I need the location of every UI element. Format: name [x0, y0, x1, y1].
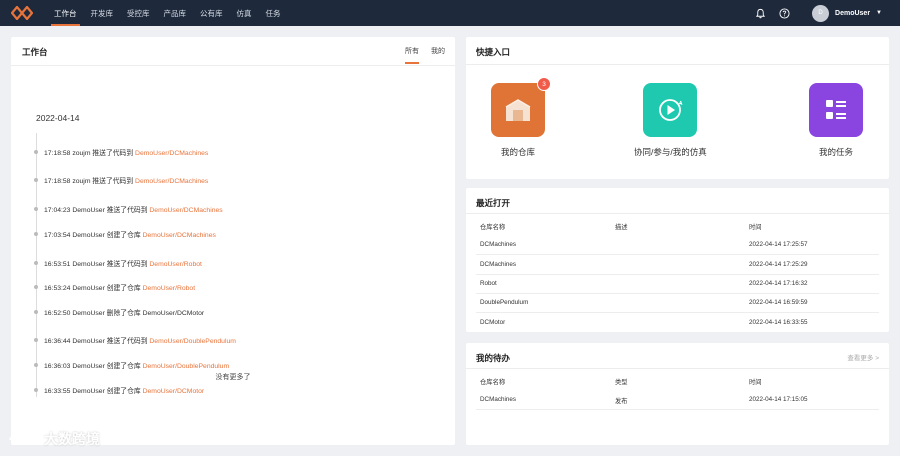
- repo-link[interactable]: DemoUser/Robot: [149, 261, 202, 268]
- column-header: 仓库名称: [480, 224, 506, 231]
- warehouse-icon[interactable]: 3: [491, 77, 551, 137]
- column-header: 描述: [615, 224, 628, 231]
- divider: [476, 293, 879, 294]
- time-cell: 2022-04-14 16:59:59: [749, 299, 808, 306]
- recent-panel: 最近打开 仓库名称 描述 时间 DCMachines 2022-04-14 17…: [466, 188, 889, 332]
- view-more-link[interactable]: 查看更多 >: [847, 352, 879, 362]
- no-more-text: 没有更多了: [215, 374, 251, 381]
- app-logo[interactable]: [11, 6, 33, 20]
- nav-item-tasks[interactable]: 任务: [259, 0, 288, 26]
- play-icon[interactable]: [643, 83, 698, 137]
- watermark: 大数跨境: [8, 429, 100, 449]
- timeline-dot: [34, 388, 38, 392]
- timeline-item: 16:33:55 DemoUser 创建了仓库 DemoUser/DCMotor: [44, 388, 205, 395]
- timeline-dot: [34, 285, 38, 289]
- timeline-item: 16:52:50 DemoUser 删除了仓库 DemoUser/DCMotor: [44, 310, 205, 317]
- todo-panel: 我的待办 查看更多 > 仓库名称 类型 时间 DCMachines 发布 202…: [466, 343, 889, 445]
- timeline-item: 16:53:51 DemoUser 推送了代码到 DemoUser/Robot: [44, 261, 202, 268]
- divider: [11, 65, 455, 66]
- timeline-item: 17:18:58 zoujm 推送了代码到 DemoUser/DCMachine…: [44, 150, 209, 157]
- time-cell: 2022-04-14 16:33:55: [749, 319, 808, 326]
- repo-link[interactable]: DemoUser/DCMachines: [135, 178, 208, 185]
- avatar[interactable]: D: [812, 4, 830, 22]
- repo-name-cell[interactable]: DoublePendulum: [480, 299, 528, 306]
- quick-label: 我的任务: [818, 147, 853, 157]
- time-cell: 2022-04-14 17:25:29: [749, 261, 808, 268]
- timeline-item: 17:18:58 zoujm 推送了代码到 DemoUser/DCMachine…: [44, 178, 209, 185]
- nav-item-controlled-repo[interactable]: 受控库: [120, 0, 157, 26]
- workbench-panel: 工作台 所有 我的 2022-04-14 17:18:58 zoujm 推送了代…: [11, 37, 455, 445]
- nav-item-product-repo[interactable]: 产品库: [157, 0, 194, 26]
- repo-name-cell[interactable]: DCMotor: [480, 319, 505, 326]
- timeline-dot: [34, 363, 38, 367]
- repo-link[interactable]: DemoUser/DoublePendulum: [143, 363, 230, 370]
- activity-date: 2022-04-14: [36, 113, 80, 123]
- column-header: 仓库名称: [480, 379, 506, 386]
- timeline-dot: [34, 261, 38, 265]
- divider: [466, 64, 889, 65]
- divider: [476, 254, 879, 255]
- quick-simulations[interactable]: 协同/参与/我的仿真: [634, 83, 707, 158]
- repo-name-cell[interactable]: DCMachines: [480, 241, 516, 248]
- repo-link[interactable]: DemoUser/DCMotor: [143, 388, 205, 395]
- timeline-item: 16:36:44 DemoUser 推送了代码到 DemoUser/Double…: [44, 338, 236, 345]
- timeline-item: 16:36:03 DemoUser 创建了仓库 DemoUser/DoubleP…: [44, 363, 230, 370]
- notification-badge: 3: [537, 77, 551, 91]
- divider: [466, 368, 889, 369]
- repo-name-cell[interactable]: Robot: [480, 280, 497, 287]
- nav-item-simulation[interactable]: 仿真: [230, 0, 259, 26]
- timeline-dot: [34, 310, 38, 314]
- quick-access-panel: 快捷入口 3 我的仓库 协同/参与/我的仿真 我的任务: [466, 37, 889, 179]
- quick-label: 协同/参与/我的仿真: [634, 147, 707, 157]
- task-list-icon[interactable]: [809, 83, 863, 137]
- quick-my-repos[interactable]: 3 我的仓库: [491, 77, 551, 158]
- type-cell: 发布: [615, 398, 628, 405]
- quick-access-title: 快捷入口: [476, 47, 511, 57]
- todo-title: 我的待办: [476, 353, 511, 363]
- timeline-dot: [34, 232, 38, 236]
- timeline-line: [36, 133, 38, 397]
- workbench-title: 工作台: [22, 47, 48, 57]
- repo-link[interactable]: DemoUser/Robot: [143, 285, 196, 292]
- divider: [476, 312, 879, 313]
- time-cell: 2022-04-14 17:16:32: [749, 280, 808, 287]
- repo-name-cell[interactable]: DCMachines: [480, 396, 516, 403]
- quick-label: 我的仓库: [500, 147, 535, 157]
- nav-item-workbench[interactable]: 工作台: [47, 0, 84, 26]
- watermark-logo-icon: [8, 432, 36, 445]
- repo-link[interactable]: DemoUser/DCMachines: [143, 232, 216, 239]
- repo-name-cell[interactable]: DCMachines: [480, 261, 516, 268]
- timeline-item: 16:53:24 DemoUser 创建了仓库 DemoUser/Robot: [44, 285, 196, 292]
- divider: [476, 274, 879, 275]
- top-nav-bar: 工作台 开发库 受控库 产品库 公有库 仿真 任务 D DemoUser ▼: [0, 0, 900, 26]
- column-header: 时间: [749, 379, 762, 386]
- bell-icon[interactable]: [754, 7, 766, 19]
- timeline-item: 17:04:23 DemoUser 推送了代码到 DemoUser/DCMach…: [44, 207, 223, 214]
- timeline-dot: [34, 178, 38, 182]
- main-nav: 工作台 开发库 受控库 产品库 公有库 仿真 任务: [47, 0, 288, 26]
- recent-title: 最近打开: [476, 198, 511, 208]
- tab-mine[interactable]: 我的: [431, 46, 445, 64]
- nav-item-dev-repo[interactable]: 开发库: [84, 0, 121, 26]
- time-cell: 2022-04-14 17:15:05: [749, 396, 808, 403]
- username[interactable]: DemoUser: [835, 10, 870, 17]
- help-icon[interactable]: [778, 7, 790, 19]
- repo-link[interactable]: DemoUser/DCMachines: [135, 150, 208, 157]
- time-cell: 2022-04-14 17:25:57: [749, 241, 808, 248]
- quick-my-tasks[interactable]: 我的任务: [809, 83, 863, 158]
- column-header: 时间: [749, 224, 762, 231]
- repo-link[interactable]: DemoUser/DCMachines: [149, 207, 222, 214]
- divider: [466, 213, 889, 214]
- timeline-item: 17:03:54 DemoUser 创建了仓库 DemoUser/DCMachi…: [44, 232, 216, 239]
- repo-link[interactable]: DemoUser/DoublePendulum: [149, 338, 236, 345]
- timeline-dot: [34, 338, 38, 342]
- tab-all[interactable]: 所有: [405, 46, 419, 64]
- column-header: 类型: [615, 379, 628, 386]
- timeline-dot: [34, 150, 38, 154]
- nav-item-public-repo[interactable]: 公有库: [193, 0, 230, 26]
- divider: [476, 409, 879, 410]
- caret-down-icon[interactable]: ▼: [876, 10, 882, 16]
- timeline-dot: [34, 207, 38, 211]
